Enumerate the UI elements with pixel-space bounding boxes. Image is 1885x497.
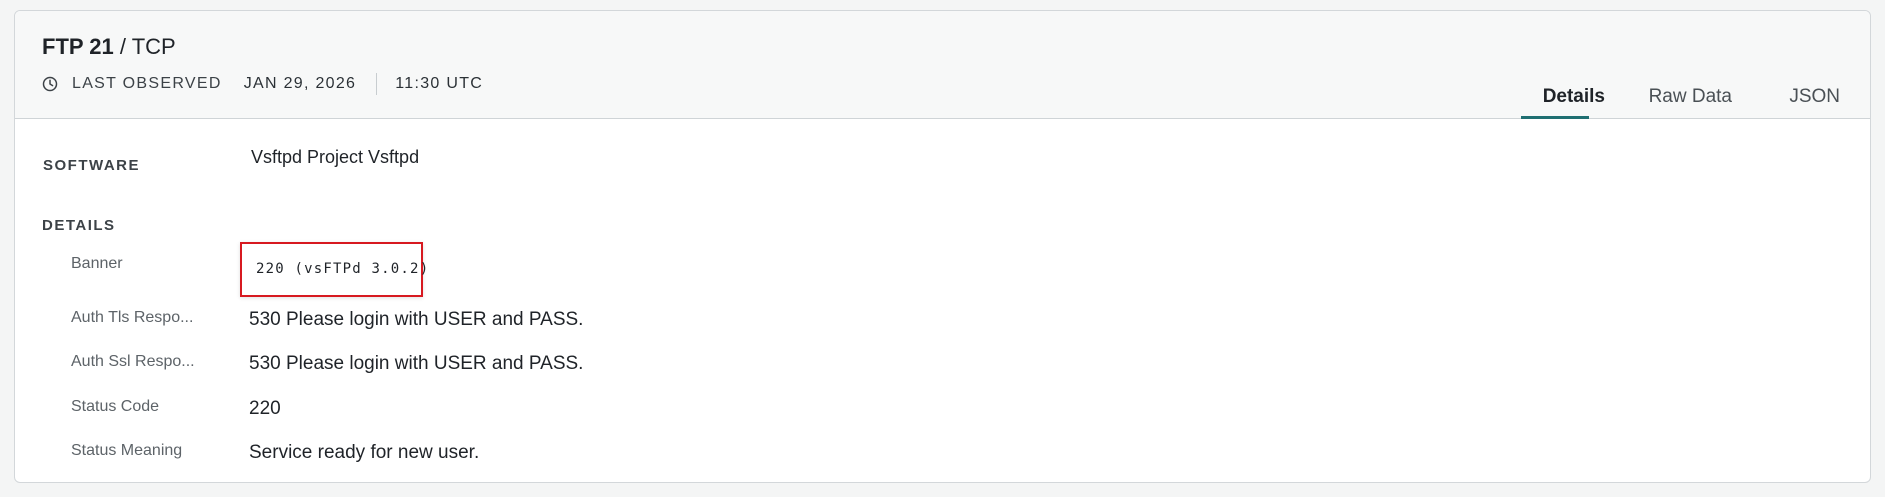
- banner-value-box: 220 (vsFTPd 3.0.2): [240, 242, 428, 297]
- field-value-status-code: 220: [249, 398, 281, 419]
- service-header: FTP 21 / TCP LAST OBSERVED JAN 29, 2026 …: [15, 11, 1870, 119]
- software-value: Vsftpd Project Vsftpd: [251, 147, 420, 167]
- last-observed-label: LAST OBSERVED: [72, 75, 222, 92]
- field-value-auth-tls: 530 Please login with USER and PASS.: [249, 309, 584, 330]
- field-label-auth-tls: Auth Tls Respo...: [71, 309, 194, 326]
- field-value-auth-ssl: 530 Please login with USER and PASS.: [249, 353, 584, 374]
- field-label-banner: Banner: [71, 255, 123, 272]
- date-time-divider: [376, 73, 378, 95]
- banner-value: 220 (vsFTPd 3.0.2): [256, 261, 430, 277]
- last-observed-time: 11:30 UTC: [395, 75, 484, 92]
- active-tab-indicator: [1521, 116, 1589, 119]
- service-protocol: TCP: [131, 34, 176, 59]
- field-label-status-code: Status Code: [71, 398, 160, 415]
- field-label-status-meaning: Status Meaning: [71, 442, 183, 459]
- field-label-auth-ssl: Auth Ssl Respo...: [71, 353, 195, 370]
- service-title: FTP 21 / TCP: [42, 33, 176, 61]
- clock-icon: [42, 76, 58, 92]
- service-card: FTP 21 / TCP LAST OBSERVED JAN 29, 2026 …: [14, 10, 1871, 483]
- tab-raw-data[interactable]: Raw Data: [1649, 85, 1732, 109]
- tab-json[interactable]: JSON: [1789, 85, 1840, 109]
- last-observed-date: JAN 29, 2026: [243, 75, 357, 92]
- tab-details[interactable]: Details: [1543, 85, 1605, 109]
- field-value-status-meaning: Service ready for new user.: [249, 442, 480, 463]
- title-separator: /: [113, 34, 132, 59]
- service-name: FTP 21: [42, 34, 114, 59]
- details-section-label: DETAILS: [42, 217, 116, 234]
- software-section-label: SOFTWARE: [43, 157, 140, 174]
- last-observed: LAST OBSERVED JAN 29, 2026 11:30 UTC: [42, 73, 483, 95]
